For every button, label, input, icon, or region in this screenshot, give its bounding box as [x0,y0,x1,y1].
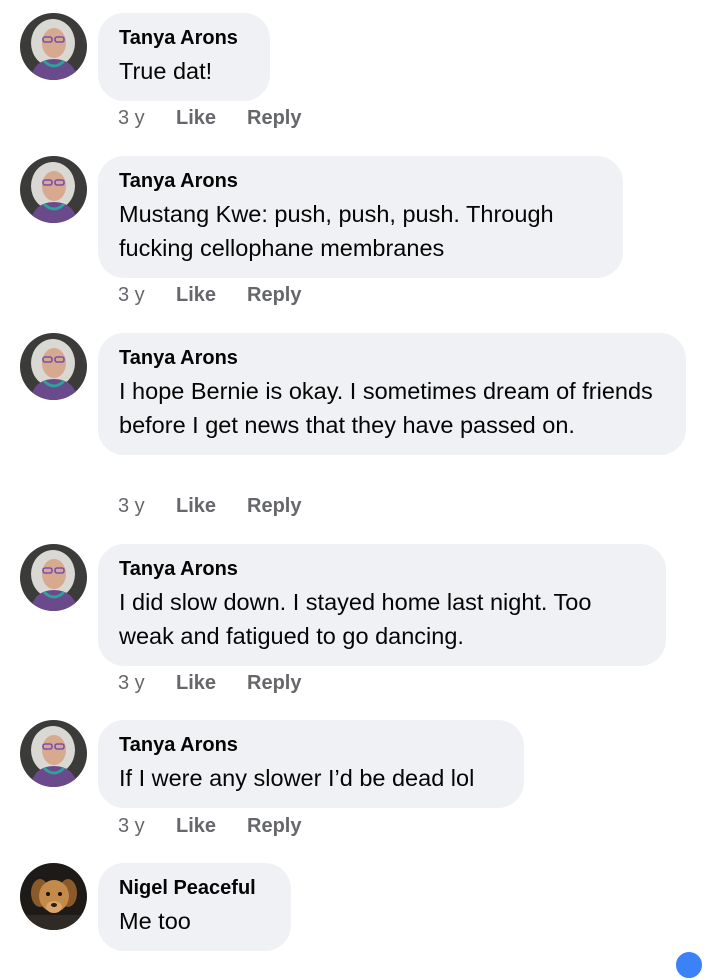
comment-actions: 3 y Like Reply [118,281,301,309]
woman-portrait-avatar-icon [20,156,87,223]
comment-bubble: Tanya Arons If I were any slower I’d be … [98,720,524,808]
comment-bubble: Tanya Arons I did slow down. I stayed ho… [98,544,666,666]
comment-author[interactable]: Nigel Peaceful [119,875,270,901]
avatar[interactable] [20,720,87,787]
reply-button[interactable]: Reply [247,281,301,309]
comment-text: True dat! [119,58,213,84]
reply-button[interactable]: Reply [247,812,301,840]
comment-time[interactable]: 3 y [118,669,176,697]
comment-text: I hope Bernie is okay. I sometimes dream… [119,378,653,438]
comment-actions: 3 y Like Reply [118,812,301,840]
comment-actions: 3 y Like Reply [118,492,301,520]
comment-actions: 3 y Like Reply [118,104,301,132]
comment-time[interactable]: 3 y [118,812,176,840]
comment-bubble: Nigel Peaceful Me too [98,863,291,951]
comment-author[interactable]: Tanya Arons [119,556,645,582]
comment-author[interactable]: Tanya Arons [119,345,665,371]
woman-portrait-avatar-icon [20,720,87,787]
like-button[interactable]: Like [176,281,247,309]
comment-actions: 3 y Like Reply [118,669,301,697]
dog-avatar-icon [20,863,87,930]
comment-text: I did slow down. I stayed home last nigh… [119,589,592,649]
reply-button[interactable]: Reply [247,669,301,697]
woman-portrait-avatar-icon [20,544,87,611]
comment-bubble: Tanya Arons True dat! [98,13,270,101]
comment-time[interactable]: 3 y [118,104,176,132]
avatar[interactable] [20,333,87,400]
woman-portrait-avatar-icon [20,13,87,80]
comment-time[interactable]: 3 y [118,492,176,520]
comment-author[interactable]: Tanya Arons [119,732,503,758]
avatar[interactable] [20,544,87,611]
comment-time[interactable]: 3 y [118,281,176,309]
reply-button[interactable]: Reply [247,492,301,520]
like-button[interactable]: Like [176,104,247,132]
reaction-icon [674,950,704,980]
reply-button[interactable]: Reply [247,104,301,132]
comment-text: Mustang Kwe: push, push, push. Through f… [119,201,554,261]
avatar[interactable] [20,13,87,80]
comment-text: Me too [119,908,191,934]
like-button[interactable]: Like [176,669,247,697]
woman-portrait-avatar-icon [20,333,87,400]
comment-text: If I were any slower I’d be dead lol [119,765,475,791]
comment-author[interactable]: Tanya Arons [119,168,602,194]
comment-bubble: Tanya Arons I hope Bernie is okay. I som… [98,333,686,455]
comment-bubble: Tanya Arons Mustang Kwe: push, push, pus… [98,156,623,278]
comment-author[interactable]: Tanya Arons [119,25,249,51]
like-button[interactable]: Like [176,492,247,520]
like-button[interactable]: Like [176,812,247,840]
avatar[interactable] [20,863,87,930]
avatar[interactable] [20,156,87,223]
